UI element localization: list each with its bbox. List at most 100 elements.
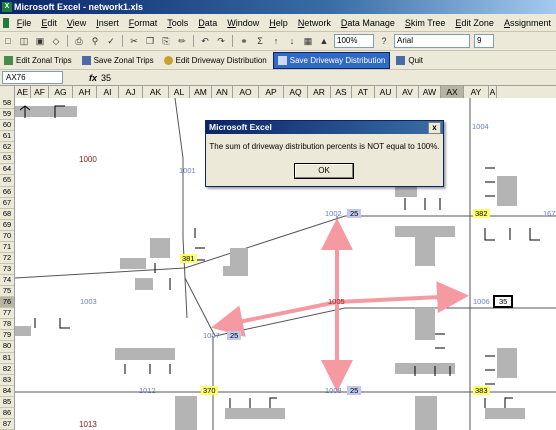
sort-descending-icon[interactable]: ↓ xyxy=(285,34,299,48)
row-header[interactable]: 70 xyxy=(0,231,14,242)
row-header[interactable]: 82 xyxy=(0,364,14,375)
save-driveway-distribution-button[interactable]: Save Driveway Distribution xyxy=(272,51,391,69)
menu-view[interactable]: View xyxy=(62,18,91,28)
row-header[interactable]: 75 xyxy=(0,286,14,298)
zoom-select[interactable]: 100% xyxy=(334,34,374,48)
column-header[interactable]: AK xyxy=(143,86,169,98)
font-select[interactable]: Arial xyxy=(394,34,470,48)
row-header[interactable]: 74 xyxy=(0,275,14,287)
distribution-value-cell[interactable]: 25 xyxy=(347,209,362,218)
menu-edit[interactable]: Edit xyxy=(36,18,62,28)
copy-icon[interactable]: ❐ xyxy=(143,34,157,48)
row-header[interactable]: 79 xyxy=(0,330,14,342)
selected-cell[interactable]: 35 xyxy=(493,295,514,308)
quit-button[interactable]: Quit xyxy=(392,53,427,68)
row-header[interactable]: 72 xyxy=(0,253,14,264)
row-header[interactable]: 87 xyxy=(0,419,14,430)
row-header[interactable]: 61 xyxy=(0,131,14,143)
column-header[interactable]: AP xyxy=(259,86,284,98)
row-header[interactable]: 85 xyxy=(0,397,14,408)
row-header[interactable]: 62 xyxy=(0,142,14,154)
column-header[interactable]: AY xyxy=(464,86,489,98)
row-header[interactable]: 67 xyxy=(0,198,14,209)
column-header[interactable]: AV xyxy=(397,86,419,98)
paste-icon[interactable]: ⎘ xyxy=(159,34,173,48)
sort-ascending-icon[interactable]: ↑ xyxy=(269,34,283,48)
column-header[interactable]: AO xyxy=(233,86,259,98)
row-header[interactable]: 86 xyxy=(0,408,14,419)
select-all-corner[interactable] xyxy=(0,86,15,98)
drawing-icon[interactable]: ▲ xyxy=(317,34,331,48)
row-header[interactable]: 63 xyxy=(0,153,14,165)
help-icon[interactable]: ? xyxy=(377,34,391,48)
row-header[interactable]: 78 xyxy=(0,319,14,331)
autosum-icon[interactable]: Σ xyxy=(253,34,267,48)
column-header[interactable]: AT xyxy=(352,86,375,98)
row-header[interactable]: 65 xyxy=(0,175,14,187)
row-header[interactable]: 84 xyxy=(0,386,14,397)
distribution-value-cell[interactable]: 25 xyxy=(227,331,242,340)
permission-icon[interactable]: ◇ xyxy=(49,34,63,48)
row-header[interactable]: 64 xyxy=(0,164,14,176)
row-header[interactable]: 68 xyxy=(0,209,14,220)
font-size-select[interactable]: 9 xyxy=(474,34,494,48)
column-header[interactable]: AN xyxy=(212,86,233,98)
open-icon[interactable]: ◫ xyxy=(17,34,31,48)
column-header[interactable]: AI xyxy=(97,86,119,98)
edit-zonal-trips-button[interactable]: Edit Zonal Trips xyxy=(0,53,76,68)
row-header[interactable]: 69 xyxy=(0,220,14,231)
column-header[interactable]: AH xyxy=(73,86,97,98)
menu-data[interactable]: Data xyxy=(193,18,222,28)
menu-window[interactable]: Window xyxy=(222,18,264,28)
menu-data-manage[interactable]: Data Manage xyxy=(336,18,400,28)
redo-icon[interactable]: ↷ xyxy=(214,34,228,48)
column-header[interactable]: AR xyxy=(308,86,331,98)
row-header[interactable]: 76 xyxy=(0,297,14,309)
row-header[interactable]: 71 xyxy=(0,242,14,253)
row-header[interactable]: 66 xyxy=(0,187,14,198)
menu-tools[interactable]: Tools xyxy=(162,18,193,28)
row-header[interactable]: 73 xyxy=(0,264,14,276)
close-icon[interactable]: x xyxy=(428,122,441,134)
hyperlink-icon[interactable]: ⚭ xyxy=(237,34,251,48)
spelling-icon[interactable]: ✓ xyxy=(104,34,118,48)
row-header[interactable]: 58 xyxy=(0,98,14,110)
menu-network[interactable]: Network xyxy=(293,18,336,28)
menu-insert[interactable]: Insert xyxy=(91,18,124,28)
column-header[interactable]: AG xyxy=(49,86,73,98)
column-header[interactable]: AE xyxy=(15,86,31,98)
column-header[interactable]: AF xyxy=(31,86,49,98)
row-header[interactable]: 81 xyxy=(0,353,14,364)
menu-file[interactable]: File xyxy=(12,18,37,28)
menu-edit-zone[interactable]: Edit Zone xyxy=(450,18,499,28)
formula-input[interactable]: 35 xyxy=(101,73,111,83)
menu-skim-tree[interactable]: Skim Tree xyxy=(400,18,451,28)
column-header[interactable]: AU xyxy=(375,86,397,98)
new-icon[interactable]: □ xyxy=(1,34,15,48)
name-box[interactable]: AX76 xyxy=(2,71,63,84)
save-zonal-trips-button[interactable]: Save Zonal Trips xyxy=(78,53,158,68)
format-painter-icon[interactable]: ✏ xyxy=(175,34,189,48)
save-icon[interactable]: ▣ xyxy=(33,34,47,48)
cut-icon[interactable]: ✂ xyxy=(127,34,141,48)
row-header[interactable]: 77 xyxy=(0,308,14,320)
chart-wizard-icon[interactable]: ▦ xyxy=(301,34,315,48)
print-preview-icon[interactable]: ⚲ xyxy=(88,34,102,48)
column-header[interactable]: AS xyxy=(331,86,352,98)
fx-icon[interactable]: fx xyxy=(89,73,97,83)
ok-button[interactable]: OK xyxy=(294,163,354,179)
column-header[interactable]: AM xyxy=(190,86,212,98)
menu-assignment[interactable]: Assignment xyxy=(499,18,556,28)
column-header[interactable]: AJ xyxy=(119,86,143,98)
distribution-value-cell[interactable]: 25 xyxy=(347,386,362,395)
column-header[interactable]: AL xyxy=(169,86,190,98)
row-header[interactable]: 60 xyxy=(0,120,14,132)
menu-format[interactable]: Format xyxy=(124,18,163,28)
undo-icon[interactable]: ↶ xyxy=(198,34,212,48)
column-header[interactable]: AQ xyxy=(284,86,308,98)
row-header[interactable]: 80 xyxy=(0,341,14,353)
document-icon[interactable] xyxy=(3,17,9,28)
row-header[interactable]: 83 xyxy=(0,375,14,386)
print-icon[interactable]: ⎙ xyxy=(72,34,86,48)
column-header[interactable]: AW xyxy=(419,86,441,98)
